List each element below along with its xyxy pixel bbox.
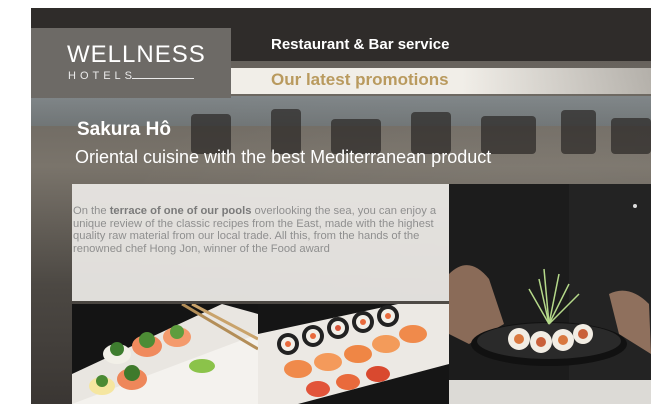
sushi-plate-photo [72,304,258,404]
brand-underline [132,78,194,79]
signage-screen: WELLNESS HOTELS Restaurant & Bar service… [31,8,651,404]
brand-subname: HOTELS [68,70,137,82]
feature-subtitle: Oriental cuisine with the best Mediterra… [75,147,492,167]
description-text: On the terrace of one of our pools overl… [73,205,437,255]
promotions-heading: Our latest promotions [271,70,449,89]
chef-plating-photo [449,184,651,404]
brand-name: WELLNESS [67,41,206,68]
brand-logo: WELLNESS HOTELS [31,28,231,98]
service-heading: Restaurant & Bar service [271,36,450,53]
feature-title: Sakura Hô [77,119,171,140]
sushi-platter-photo [258,304,449,404]
description-highlight: terrace of one of our pools [109,205,252,217]
